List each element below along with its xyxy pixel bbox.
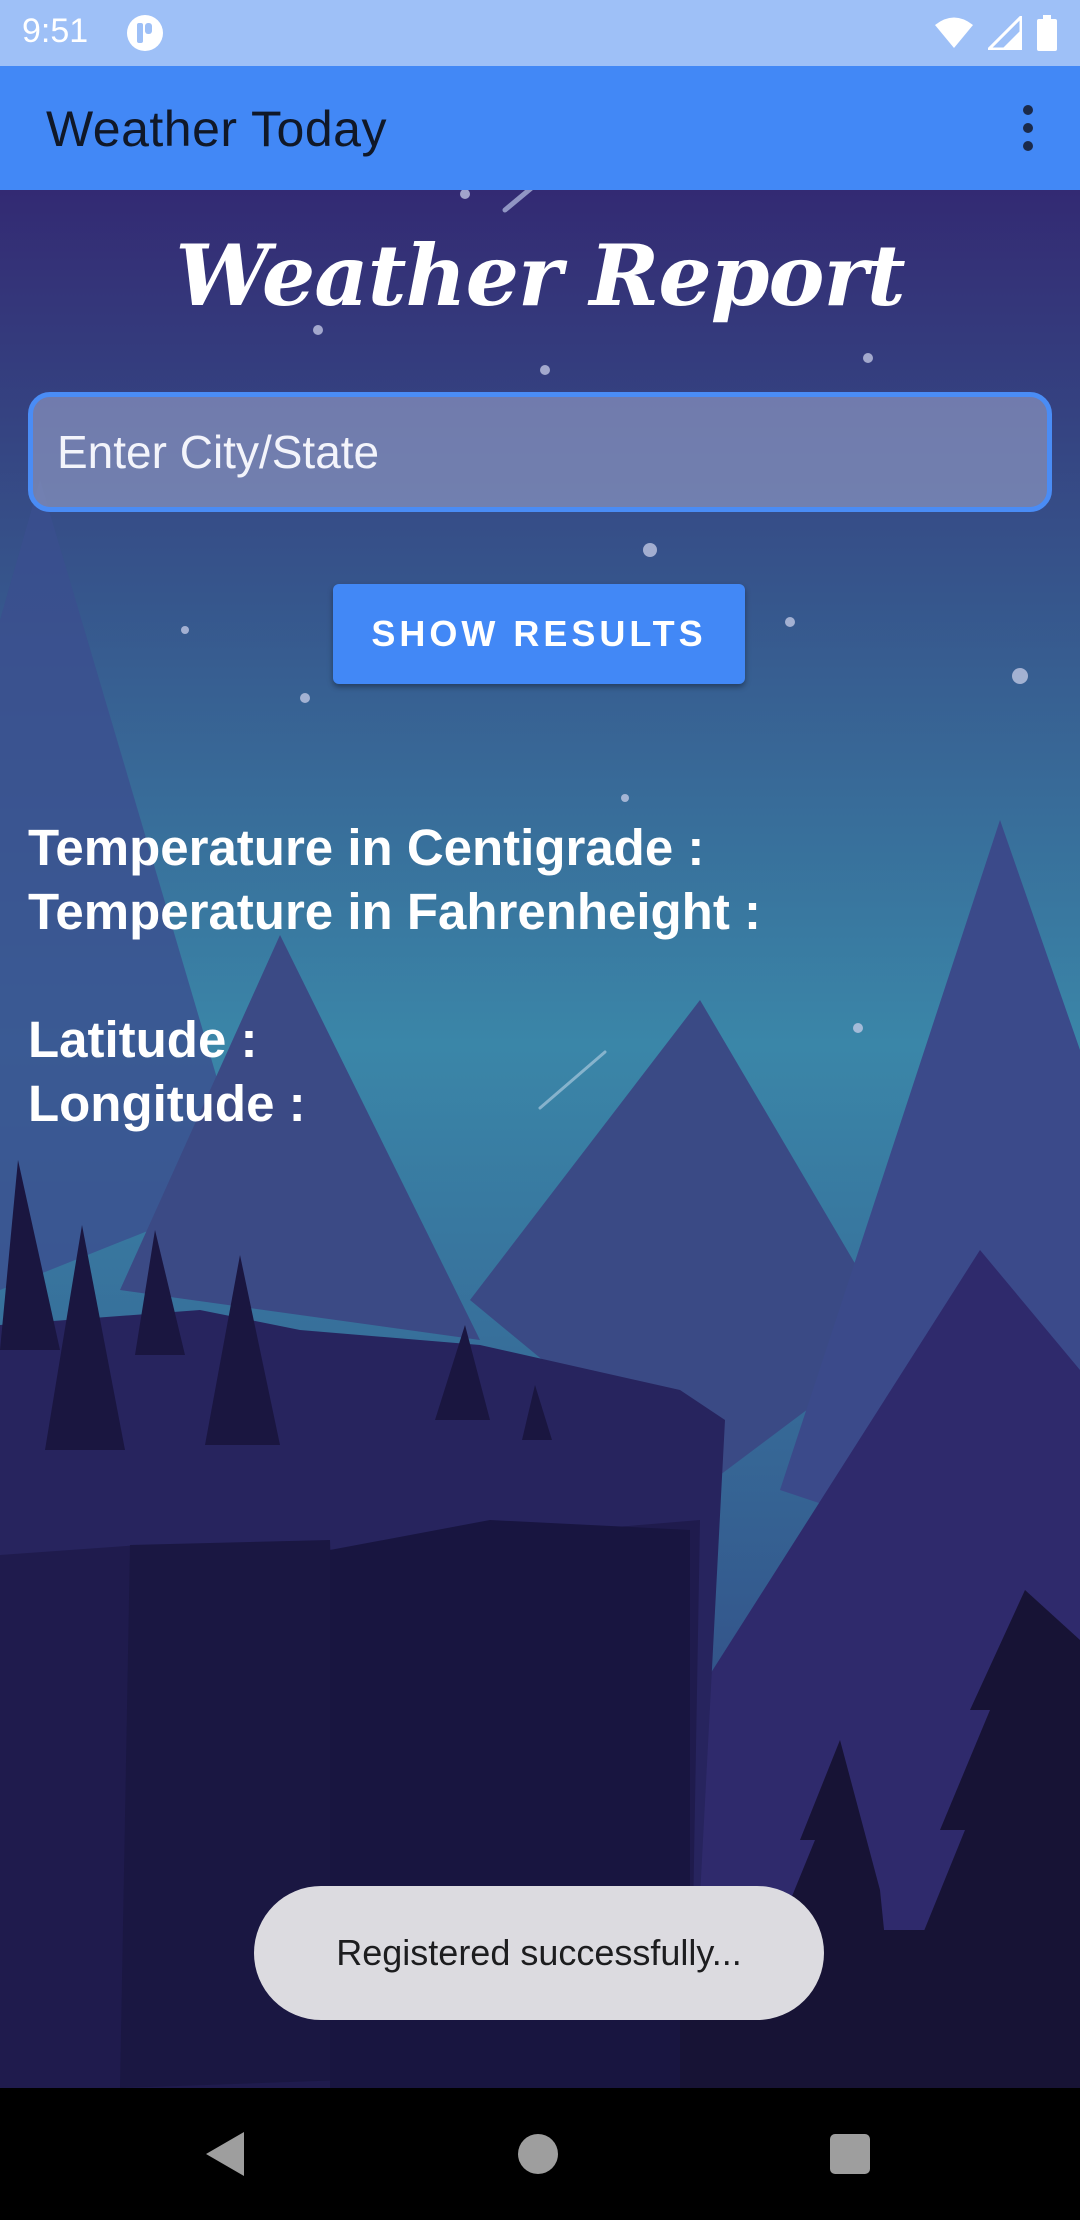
toast-message: Registered successfully... [254, 1886, 824, 2020]
status-bar: 9:51 [0, 0, 1080, 66]
status-icons [934, 14, 1058, 52]
battery-icon [1037, 15, 1057, 51]
temperature-fahrenheit-label: Temperature in Fahrenheight : [28, 883, 761, 940]
recents-icon[interactable] [830, 2134, 870, 2174]
latitude-label: Latitude : [28, 1011, 258, 1068]
temperature-centigrade-label: Temperature in Centigrade : [28, 819, 705, 876]
app-bar: Weather Today [0, 66, 1080, 190]
status-time: 9:51 [22, 12, 89, 50]
navigation-bar [0, 2088, 1080, 2220]
home-icon[interactable] [518, 2134, 558, 2174]
weather-scene: Weather Report SHOW RESULTS Temperature … [0, 190, 1080, 2088]
cell-signal-icon [988, 16, 1022, 50]
wifi-icon [935, 17, 973, 48]
app-notification-icon [127, 15, 163, 51]
back-icon[interactable] [204, 2130, 248, 2178]
longitude-label: Longitude : [28, 1075, 306, 1132]
city-input[interactable] [28, 392, 1052, 512]
more-vert-icon[interactable] [1014, 102, 1042, 154]
report-title: Weather Report [175, 226, 905, 325]
show-results-button[interactable]: SHOW RESULTS [333, 584, 745, 684]
app-title: Weather Today [46, 101, 387, 157]
